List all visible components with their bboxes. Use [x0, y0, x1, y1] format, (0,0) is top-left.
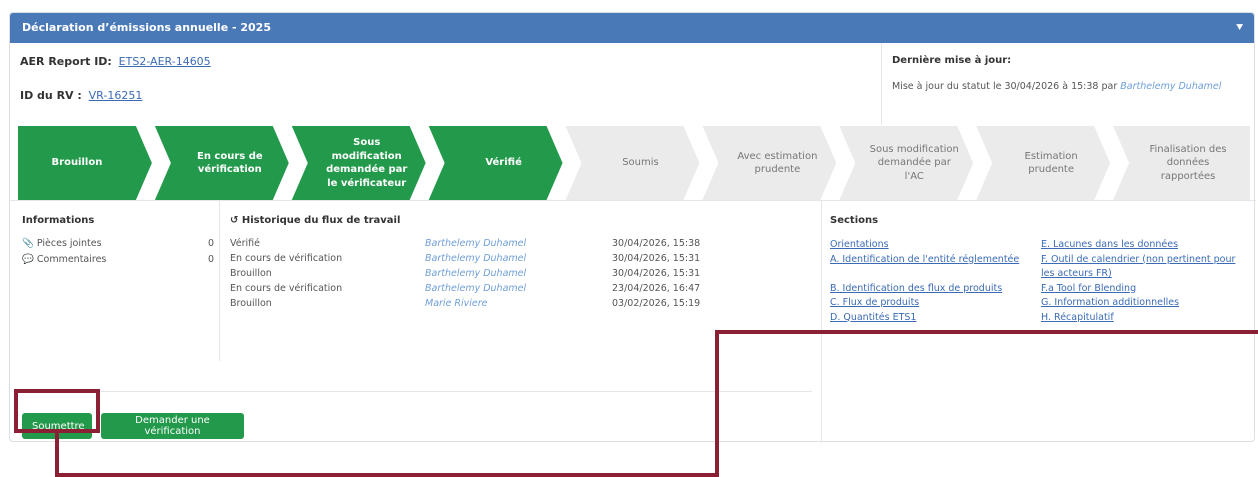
- history-user[interactable]: Barthelemy Duhamel: [425, 238, 526, 249]
- workflow-step-3: Sous modification demandée par le vérifi…: [326, 137, 408, 189]
- history-date: 23/04/2026, 16:47: [612, 283, 701, 294]
- section-link[interactable]: C. Flux de produits: [830, 296, 1040, 311]
- workflow-steps: Brouillon En cours de vérification Sous mo…: [18, 126, 1250, 200]
- request-verification-button[interactable]: Demander une vérification: [101, 413, 244, 439]
- aer-report-row: AER Report ID: ETS2-AER-14605: [20, 55, 211, 68]
- history-status: Brouillon: [230, 268, 272, 279]
- highlight-connector-bottom: [55, 473, 719, 477]
- workflow-step-5: Soumis: [622, 157, 659, 169]
- section-link[interactable]: G. Information additionnelles: [1041, 296, 1253, 311]
- sections-column-2: E. Lacunes dans les données F. Outil de c…: [1041, 238, 1253, 325]
- last-update-title: Dernière mise à jour:: [892, 55, 1012, 66]
- history-status: En cours de vérification: [230, 253, 343, 264]
- workflow-step-4: Vérifié: [485, 157, 522, 169]
- workflow-step-2: En cours de vérification: [196, 150, 263, 176]
- history-status: Vérifié: [230, 238, 260, 249]
- section-link[interactable]: B. Identification des flux de produits: [830, 282, 1040, 297]
- sections-column-1: Orientations A. Identification de l'entit…: [830, 238, 1040, 325]
- history-user[interactable]: Marie Riviere: [425, 298, 488, 309]
- actions-divider: [22, 391, 812, 392]
- history-date: 03/02/2026, 15:19: [612, 298, 701, 309]
- annual-emissions-panel: Déclaration d’émissions annuelle - 2025 …: [9, 12, 1256, 443]
- rv-link[interactable]: VR-16251: [89, 89, 143, 102]
- section-link[interactable]: E. Lacunes dans les données: [1041, 238, 1253, 253]
- workflow-step-7: Sous modification demandée par l'AC: [869, 143, 959, 182]
- panel-title: Déclaration d’émissions annuelle - 2025: [22, 21, 271, 34]
- section-link[interactable]: F.a Tool for Blending: [1041, 282, 1253, 297]
- informations-title: Informations: [22, 215, 95, 226]
- highlight-connector-vertical-left: [55, 433, 59, 477]
- section-link: [830, 267, 1040, 282]
- history-date: 30/04/2026, 15:31: [612, 268, 701, 279]
- highlight-connector-vertical-right: [715, 330, 719, 477]
- workflow-step-1: Brouillon: [51, 157, 103, 169]
- history-user[interactable]: Barthelemy Duhamel: [425, 253, 526, 264]
- history-row: Vérifié Barthelemy Duhamel 30/04/2026, 15:…: [230, 238, 820, 253]
- comments-line[interactable]: 💬 Commentaires 0: [22, 254, 214, 265]
- history-row: En cours de vérification Barthelemy Duham…: [230, 283, 820, 298]
- sections-area: Sections Orientations A. Identification d…: [822, 200, 1256, 443]
- comments-icon: 💬: [22, 254, 34, 265]
- workflow-step-6: Avec estimation prudente: [737, 150, 818, 176]
- workflow-history: ↺ Historique du flux de travail Vérifié B…: [222, 201, 820, 361]
- attachments-count: 0: [207, 238, 214, 249]
- aer-report-label: AER Report ID:: [20, 55, 112, 68]
- informations-column: Informations 📎 Pièces jointes 0 💬 Commen…: [10, 201, 220, 361]
- details-area: Informations 📎 Pièces jointes 0 💬 Commen…: [10, 200, 822, 443]
- comments-label: Commentaires: [36, 254, 107, 265]
- section-link[interactable]: D. Quantités ETS1: [830, 311, 1040, 326]
- history-date: 30/04/2026, 15:31: [612, 253, 701, 264]
- last-update-text: Mise à jour du statut le 30/04/2026 à 15…: [892, 81, 1221, 92]
- last-update-message: Mise à jour du statut le 30/04/2026 à 15…: [892, 81, 1118, 92]
- panel-header[interactable]: Déclaration d’émissions annuelle - 2025 …: [10, 13, 1254, 43]
- highlight-box-submit: [14, 389, 100, 433]
- workflow-step-8: Estimation prudente: [1024, 150, 1078, 176]
- section-link[interactable]: les acteurs FR): [1041, 267, 1253, 282]
- history-date: 30/04/2026, 15:38: [612, 238, 701, 249]
- history-row: Brouillon Barthelemy Duhamel 30/04/2026, 1…: [230, 268, 820, 283]
- history-status: Brouillon: [230, 298, 272, 309]
- section-link[interactable]: F. Outil de calendrier (non pertinent po…: [1041, 253, 1253, 268]
- sections-title: Sections: [830, 215, 879, 226]
- history-status: En cours de vérification: [230, 283, 343, 294]
- history-user[interactable]: Barthelemy Duhamel: [425, 268, 526, 279]
- last-update-box: Dernière mise à jour: Mise à jour du sta…: [882, 43, 1256, 125]
- highlight-connector-top: [715, 330, 1258, 334]
- report-identifiers: AER Report ID: ETS2-AER-14605 ID du RV :…: [10, 43, 882, 125]
- rv-label: ID du RV :: [20, 89, 82, 102]
- history-title-text: Historique du flux de travail: [241, 215, 401, 226]
- section-link[interactable]: Orientations: [830, 238, 1040, 253]
- aer-report-link[interactable]: ETS2-AER-14605: [119, 55, 211, 68]
- history-row: En cours de vérification Barthelemy Duham…: [230, 253, 820, 268]
- history-icon: ↺: [230, 215, 239, 226]
- history-row: Brouillon Marie Riviere 03/02/2026, 15:19: [230, 298, 820, 313]
- rv-row: ID du RV : VR-16251: [20, 89, 142, 102]
- section-link[interactable]: A. Identification de l'entité réglementé…: [830, 253, 1040, 268]
- section-link[interactable]: H. Récapitulatif: [1041, 311, 1253, 326]
- history-title: ↺ Historique du flux de travail: [230, 215, 400, 226]
- comments-count: 0: [207, 254, 214, 265]
- attachments-label: Pièces jointes: [36, 238, 102, 249]
- double-chevron-down-icon[interactable]: ⯆: [1235, 13, 1244, 43]
- workflow-step-9: Finalisation des données rapportées: [1149, 143, 1227, 182]
- history-user[interactable]: Barthelemy Duhamel: [425, 283, 526, 294]
- last-update-user[interactable]: Barthelemy Duhamel: [1120, 81, 1221, 92]
- attachments-line[interactable]: 📎 Pièces jointes 0: [22, 238, 214, 249]
- paperclip-icon: 📎: [22, 238, 34, 249]
